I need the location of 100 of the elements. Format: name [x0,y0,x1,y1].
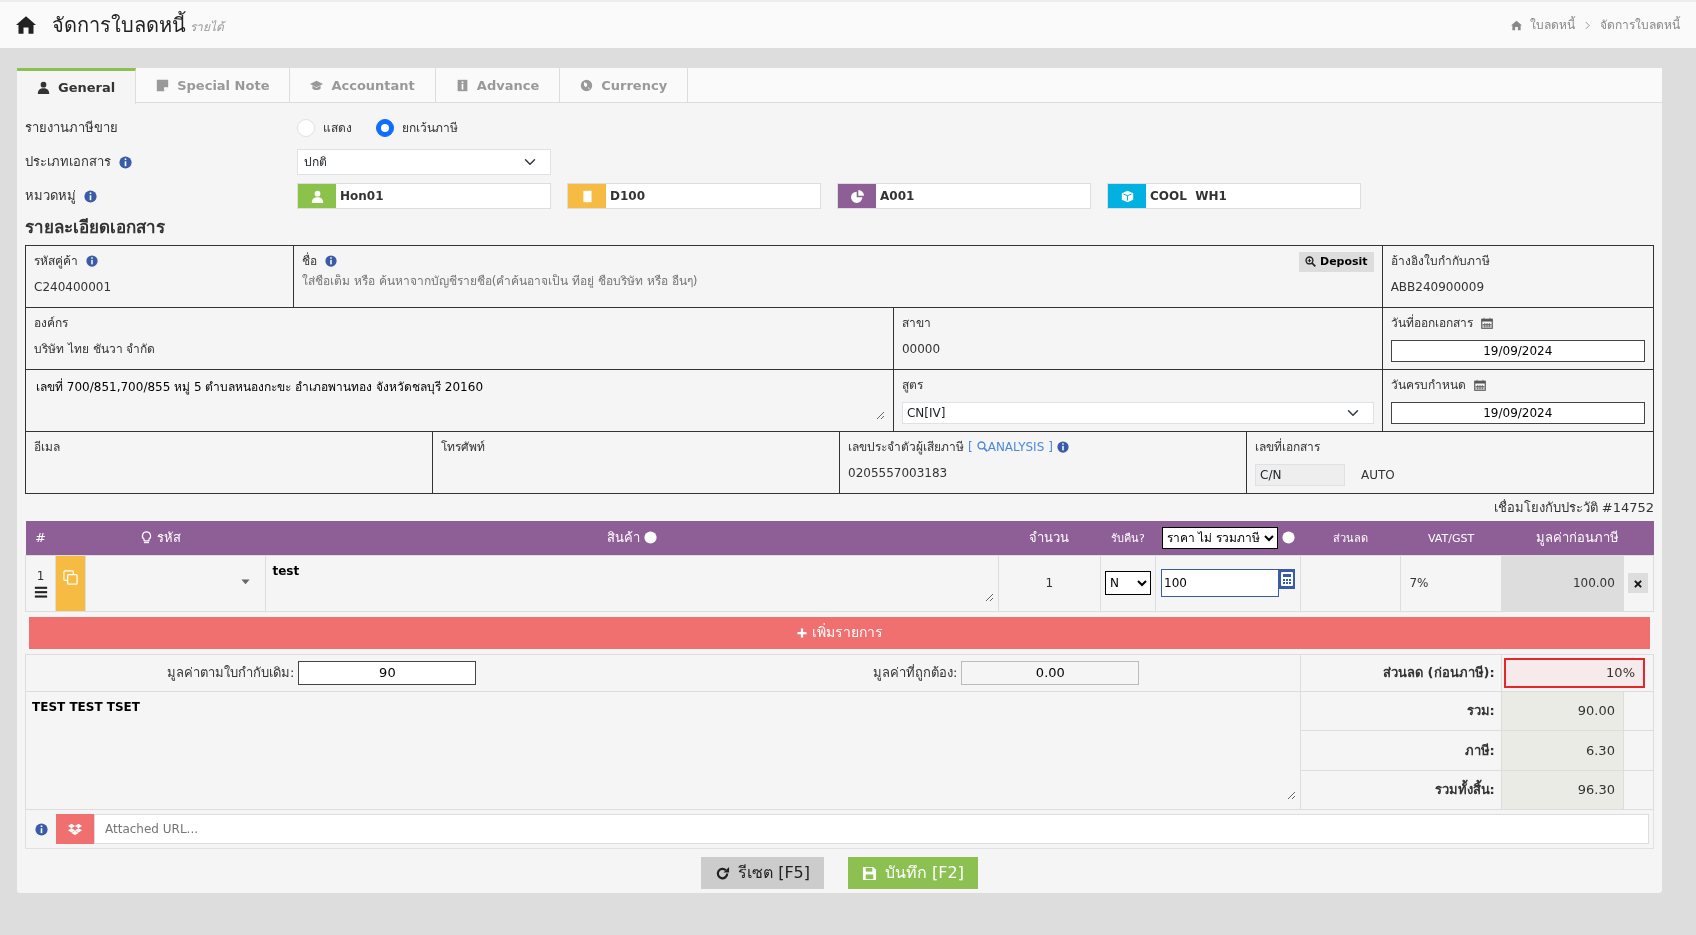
column-header: มูลค่าก่อนภาษี [1535,530,1619,545]
column-header: รับคืน? [1111,532,1145,545]
user-icon [310,189,324,203]
auto-label: AUTO [1361,466,1395,484]
total-label: ภาษี: [1464,742,1495,758]
zoom-in-icon [1305,256,1316,268]
field-label: ประเภทเอกสาร [25,153,111,172]
field-label: สาขา [901,314,931,332]
breadcrumb-link[interactable]: จัดการใบลดหนี้ [1600,16,1680,34]
bracket-text: ] [1048,438,1053,456]
amount-value: 100.00 [1572,576,1615,590]
url-field[interactable]: Attached URL... [94,814,1649,844]
row-number: 1 [36,568,45,585]
formula-select[interactable]: CN[IV] [901,401,1374,424]
search-icon [976,441,988,452]
breadcrumb-link[interactable]: ใบลดหนี้ [1530,16,1575,34]
radio-label: แสดง [323,120,352,137]
total-value: 6.30 [1585,742,1615,758]
page-title: จัดการใบลดหนี้ [52,10,186,39]
globe-icon [580,79,594,92]
graduation-cap-icon [310,79,324,92]
discount-label: ส่วนลด (ก่อนภาษี): [1383,664,1495,680]
return-select[interactable]: N [1104,571,1152,595]
category-field[interactable]: A001 [837,183,1091,209]
date-field[interactable]: 19/09/2024 [1390,401,1645,424]
pie-chart-icon [850,189,864,203]
reset-button[interactable]: รีเซต [F5] [701,857,824,889]
code-dropdown[interactable] [240,576,252,587]
field-value: 00000 [901,340,942,358]
column-header: จำนวน [1029,530,1070,545]
field-value: บริษัท ไทย ชันวา จำกัด [34,340,157,358]
field-label: อีเมล [34,438,60,456]
field-value: 0205557003183 [848,464,949,482]
category-field[interactable]: D100 [567,183,821,209]
field-label: รหัสคู่ค้า [34,252,78,270]
caret-icon [240,576,252,587]
value-field[interactable]: 90 [298,660,477,685]
cube-icon [1120,189,1134,203]
menu-icon[interactable] [33,585,48,599]
field-label: มูลค่าที่ถูกต้อง: [872,663,958,683]
chevron-right-icon [1583,20,1592,30]
field-label: วันครบกำหนด [1390,376,1466,394]
bracket-text: [ [968,438,973,456]
refresh-icon [715,865,731,881]
history-link-text: เชื่อมโยงกับประวัติ #14752 [1493,498,1654,517]
calendar-icon[interactable] [1473,378,1486,391]
field-label: อ้างอิงใบกำกับภาษี [1390,252,1490,270]
lightbulb-icon [140,531,154,545]
price-field[interactable]: 100 [1161,569,1280,597]
description-field[interactable]: test [265,555,999,611]
total-label: รวม: [1466,703,1495,718]
address-field[interactable]: เลขที่ 700/851,700/855 หมู่ 5 ตำบลหนองกะขะ อำเภอพานทอง จังหวัดชลบุรี 20160 [25,369,894,431]
column-header: ส่วนลด [1333,532,1369,545]
field-label: หมวดหมู่ [25,187,76,206]
close-icon [1633,578,1644,589]
field-label: ชื่อ [302,251,318,270]
field-label: สูตร [901,376,923,394]
vat-value: 7% [1409,576,1429,590]
column-header: # [35,530,46,545]
field-value: ABB240900009 [1390,278,1485,296]
copy-icon [63,569,79,585]
document-type-select[interactable]: ปกติ [297,149,551,175]
building-icon [580,189,594,203]
column-header: VAT/GST [1428,532,1475,545]
field-label: โทรศัพท์ [441,438,485,456]
discount-field[interactable]: 10% [1503,657,1645,688]
plus-icon [796,626,808,639]
dropbox-button[interactable] [56,814,94,844]
quantity-value: 1 [1045,576,1054,590]
field-label: เลขประจำตัวผู้เสียภาษี [848,438,964,456]
document-number-select[interactable]: C/N [1255,463,1345,486]
field-value: C240400001 [34,278,113,296]
total-value: 96.30 [1577,782,1615,797]
radio-label: ยกเว้นภาษี [402,120,458,137]
deposit-button[interactable]: Deposit [1299,251,1374,272]
field-label: มูลค่าตามใบกำกับเดิม: [167,663,295,683]
price-mode-select[interactable]: ราคา ไม่ รวมภาษี [1161,526,1278,549]
field-label: เลขที่เอกสาร [1255,437,1320,456]
field-label: รายงานภาษีขาย [25,119,119,138]
column-header: สินค้า [607,529,641,547]
value-field[interactable]: 0.00 [961,660,1140,685]
radio-button[interactable] [376,119,394,137]
category-field[interactable]: COOL WH1 [1107,183,1361,209]
field-label: วันที่ออกเอกสาร [1390,313,1473,332]
dropbox-icon [68,822,82,836]
column-header: รหัส [157,529,182,547]
section-heading: รายละเอียดเอกสาร [25,216,166,239]
user-icon [37,81,50,94]
calculator-icon[interactable] [1279,569,1296,589]
category-field[interactable]: Hon01 [297,183,551,209]
tab[interactable]: General [17,68,137,104]
page-subtitle: รายได้ [190,19,224,36]
total-value: 90.00 [1577,703,1615,718]
delete-button[interactable] [1628,573,1649,593]
home-icon[interactable] [16,15,36,35]
field-label: องค์กร [34,314,68,332]
address-field[interactable]: เลขที่ 700/851,700/855 หมู่ 5 ตำบลหนองกะขะ อำเภอพานทอง จังหวัดชลบุรี 20160 [34,375,885,420]
calendar-icon[interactable] [1480,316,1493,329]
date-field[interactable]: 19/09/2024 [1390,339,1645,362]
note-icon [156,79,170,92]
